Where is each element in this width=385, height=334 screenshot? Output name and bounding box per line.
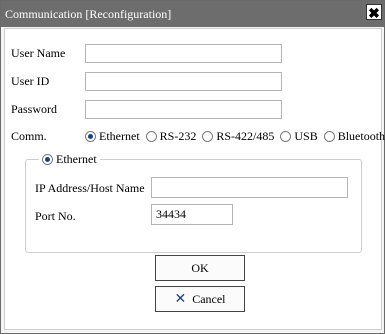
comm-option-bluetooth[interactable]: Bluetooth [323, 129, 385, 144]
password-label: Password [11, 102, 58, 116]
dialog-title: Communication [Reconfiguration] [5, 7, 172, 21]
comm-option-ethernet[interactable]: Ethernet [85, 129, 140, 144]
comm-option-label: Ethernet [99, 129, 140, 143]
cancel-button-label: Cancel [192, 291, 226, 306]
radio-unselected-icon[interactable] [280, 131, 292, 142]
radio-unselected-icon[interactable] [202, 131, 214, 142]
ok-button[interactable]: OK [155, 255, 245, 281]
user-id-input[interactable] [85, 72, 282, 91]
radio-selected-icon[interactable] [85, 131, 96, 142]
ip-address-input[interactable] [151, 177, 348, 198]
close-button[interactable]: ✖ [366, 4, 382, 21]
cancel-button[interactable]: ✕ Cancel [155, 286, 245, 312]
close-x-icon: ✕ [174, 291, 187, 307]
comm-option-rs232[interactable]: RS-232 [145, 129, 197, 144]
comm-option-label: Bluetooth [337, 129, 385, 143]
radio-selected-icon[interactable] [42, 154, 53, 165]
port-label: Port No. [35, 209, 76, 223]
comm-option-rs422-485[interactable]: RS-422/485 [202, 129, 274, 144]
communication-dialog: Communication [Reconfiguration] ✖ User N… [0, 0, 385, 334]
ip-address-label: IP Address/Host Name [35, 181, 145, 195]
comm-option-label: USB [294, 129, 318, 143]
close-icon: ✖ [368, 5, 380, 21]
title-bar[interactable]: Communication [Reconfiguration] ✖ [1, 1, 384, 27]
radio-unselected-icon[interactable] [323, 131, 335, 142]
comm-option-label: RS-232 [159, 129, 197, 143]
ok-button-label: OK [191, 260, 209, 275]
user-id-label: User ID [11, 74, 50, 88]
port-input[interactable] [151, 204, 233, 225]
comm-radio-group: Ethernet RS-232 RS-422/485 USB Bluetooth [85, 129, 385, 146]
comm-option-usb[interactable]: USB [280, 129, 318, 144]
user-name-input[interactable] [85, 44, 282, 63]
dialog-content: User Name User ID Password Comm. Etherne… [4, 28, 385, 330]
comm-option-label: RS-422/485 [216, 129, 275, 143]
password-input[interactable] [85, 100, 282, 119]
ethernet-group-label: Ethernet [56, 152, 97, 166]
comm-label: Comm. [11, 129, 47, 143]
user-name-label: User Name [11, 46, 66, 60]
radio-unselected-icon[interactable] [145, 131, 157, 142]
ethernet-group-legend[interactable]: Ethernet [39, 152, 100, 167]
